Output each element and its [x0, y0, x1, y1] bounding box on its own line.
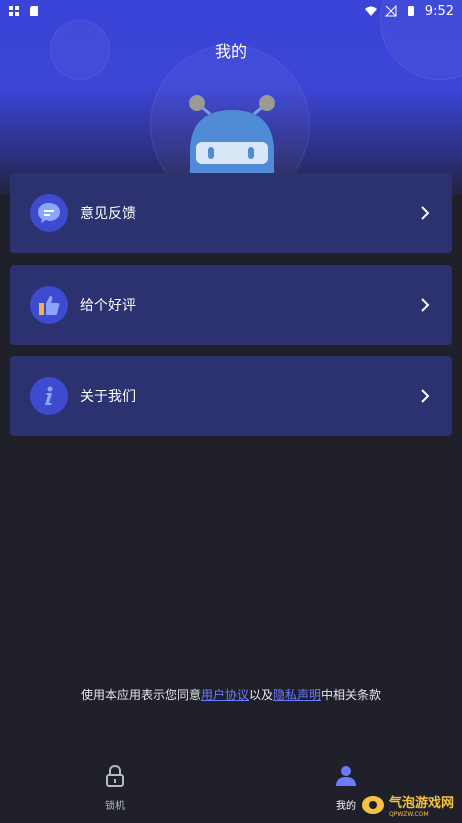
menu-item-rate[interactable]: 给个好评	[10, 265, 452, 345]
lock-icon	[106, 764, 124, 787]
chevron-right-icon	[421, 206, 430, 220]
bubble-logo-icon	[362, 796, 384, 814]
menu-item-label: 给个好评	[80, 298, 136, 314]
watermark-subtext: QPWZW.COM	[389, 811, 429, 818]
tab-lock[interactable]: 锁机	[75, 764, 155, 812]
menu-item-label: 关于我们	[80, 389, 136, 405]
thumbs-up-icon	[30, 286, 68, 324]
page-title: 我的	[214, 42, 247, 61]
agreement-conjunction: 以及	[248, 688, 273, 702]
privacy-policy-link[interactable]: 隐私声明	[273, 688, 321, 702]
robot-mascot-icon	[189, 95, 275, 182]
no-signal-icon	[384, 5, 397, 17]
sd-card-icon	[30, 6, 38, 16]
status-time: 9:52	[424, 3, 454, 19]
watermark-logo: 气泡游戏网 QPWZW.COM	[360, 790, 460, 820]
user-agreement-link[interactable]: 用户协议	[201, 688, 249, 702]
watermark-text: 气泡游戏网	[389, 796, 455, 811]
tab-label: 锁机	[105, 801, 125, 812]
chevron-right-icon	[421, 389, 430, 403]
agreement-prefix: 使用本应用表示您同意	[80, 688, 201, 702]
grid-notification-icon	[9, 6, 19, 16]
menu-item-about[interactable]: 关于我们	[10, 356, 452, 436]
menu-item-feedback[interactable]: 意见反馈	[10, 173, 452, 253]
agreement-text: 使用本应用表示您同意用户协议以及隐私声明中相关条款	[0, 686, 462, 703]
wifi-icon	[364, 6, 377, 16]
battery-icon	[407, 6, 414, 16]
feedback-chat-icon	[30, 194, 68, 232]
chevron-right-icon	[421, 298, 430, 312]
user-profile-icon	[336, 766, 356, 786]
agreement-suffix: 中相关条款	[321, 688, 382, 702]
info-icon	[30, 377, 68, 415]
status-bar: 9:52	[0, 0, 462, 22]
menu-item-label: 意见反馈	[80, 206, 136, 222]
